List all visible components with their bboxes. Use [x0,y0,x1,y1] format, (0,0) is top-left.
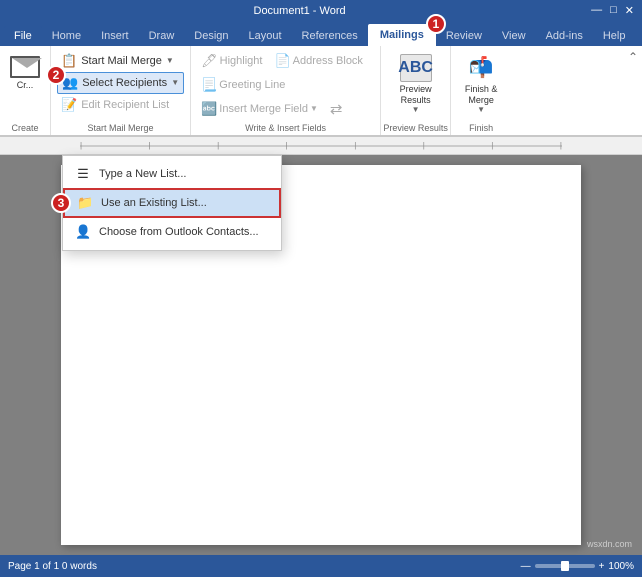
finish-icon: 📬 [466,54,496,82]
ruler: |||||||| [0,137,642,155]
group-label-finish: Finish [469,123,493,133]
tab-file[interactable]: File [4,26,42,46]
zoom-level: 100% [608,561,634,572]
preview-icon: ABC [400,54,432,82]
finish-merge-btn[interactable]: 📬 Finish &Merge ▼ [461,50,502,117]
dropdown-arrow-finish: ▼ [477,105,485,114]
tab-help[interactable]: Help [593,26,636,46]
start-mail-merge-btn[interactable]: 📋 Start Mail Merge ▼ [57,50,184,72]
group-label-preview: Preview Results [383,123,448,133]
finish-merge-label: Finish &Merge [465,84,498,106]
document-area: ☰ Type a New List... 📁 Use an Existing L… [0,155,642,555]
start-mail-merge-label: Start Mail Merge [81,55,162,67]
tab-home[interactable]: Home [42,26,91,46]
highlight-icon: 🖊 [201,53,218,69]
address-icon: 📄 [274,53,290,69]
ribbon-group-start: 📋 Start Mail Merge ▼ 👥 Select Recipients… [51,46,191,135]
create-btn[interactable]: Cr... [6,50,44,92]
ribbon-tabs: File Home Insert Draw Design Layout Refe… [0,22,642,46]
greeting-line-label: Greeting Line [219,79,285,91]
match-fields-btn[interactable]: ⇄ [326,98,347,120]
title-text: Document1 - Word [8,5,591,17]
zoom-in-icon[interactable]: + [599,561,605,572]
maximize-icon[interactable]: □ [610,4,617,17]
tab-view[interactable]: View [492,26,536,46]
tab-addins[interactable]: Add-ins [536,26,593,46]
create-label: Cr... [17,80,34,90]
preview-results-btn[interactable]: ABC PreviewResults ▼ [396,50,436,117]
tab-design[interactable]: Design [184,26,238,46]
window-controls[interactable]: — □ ✕ [591,4,634,17]
dropdown-menu: ☰ Type a New List... 📁 Use an Existing L… [62,155,282,251]
close-icon[interactable]: ✕ [625,4,634,17]
zoom-slider[interactable] [535,564,595,568]
watermark: wsxdn.com [587,539,632,549]
tab-layout[interactable]: Layout [239,26,292,46]
greeting-line-btn[interactable]: 📃 Greeting Line [197,74,289,96]
tab-mailings[interactable]: Mailings 1 [368,24,436,46]
group-label-write: Write & Insert Fields [191,123,380,133]
address-block-btn[interactable]: 📄 Address Block [270,50,367,72]
preview-results-label: PreviewResults [400,84,432,106]
match-icon: ⇄ [330,101,343,118]
ribbon-group-create: Cr... Create [0,46,51,135]
dropdown-arrow-merge: ▼ [310,104,318,113]
ribbon-group-write: 🖊 Highlight 📄 Address Block 📃 Greeting L… [191,46,381,135]
existing-list-label: Use an Existing List... [101,197,207,209]
title-bar: Document1 - Word — □ ✕ [0,0,642,22]
edit-icon: 📝 [61,97,77,113]
edit-recipients-label: Edit Recipient List [81,99,169,111]
ribbon-group-finish: 📬 Finish &Merge ▼ Finish [451,46,511,135]
ribbon-collapse-btn[interactable]: ⌃ [628,50,638,64]
greeting-icon: 📃 [201,77,217,93]
outlook-icon: 👤 [75,224,91,240]
merge-icon: 📋 [61,53,77,69]
group-label-create: Create [11,123,38,133]
dropdown-arrow-recipients: ▼ [171,78,179,87]
tab-insert[interactable]: Insert [91,26,139,46]
ribbon: Cr... Create 📋 Start Mail Merge ▼ 👥 Sele… [0,46,642,137]
dropdown-arrow-preview: ▼ [412,105,420,114]
new-list-icon: ☰ [75,166,91,182]
merge-field-icon: 🔤 [201,101,217,117]
highlight-label: Highlight [220,55,263,67]
ribbon-group-preview: ABC PreviewResults ▼ Preview Results [381,46,451,135]
tab-references[interactable]: References [292,26,368,46]
step-1-circle: 1 [426,14,446,34]
dropdown-arrow-start: ▼ [166,56,174,65]
address-block-label: Address Block [293,55,363,67]
existing-list-icon: 📁 [77,195,93,211]
insert-merge-field-btn[interactable]: 🔤 Insert Merge Field ▼ [197,98,322,120]
new-list-label: Type a New List... [99,168,186,180]
insert-merge-field-label: Insert Merge Field [219,103,308,115]
tab-draw[interactable]: Draw [139,26,185,46]
dropdown-item-new-list[interactable]: ☰ Type a New List... [63,160,281,188]
select-recipients-btn[interactable]: 👥 Select Recipients ▼ 2 [57,72,184,94]
status-text: Page 1 of 1 0 words [8,561,97,572]
highlight-btn[interactable]: 🖊 Highlight [197,50,266,72]
edit-recipients-btn[interactable]: 📝 Edit Recipient List [57,94,184,116]
zoom-controls[interactable]: — + 100% [521,561,634,572]
zoom-out-icon[interactable]: — [521,561,531,572]
select-recipients-label: Select Recipients [82,77,167,89]
step-2-circle: 2 [46,65,66,85]
dropdown-item-outlook[interactable]: 👤 Choose from Outlook Contacts... [63,218,281,246]
minimize-icon[interactable]: — [591,4,602,17]
step-3-circle: 3 [51,193,71,213]
status-bar: Page 1 of 1 0 words — + 100% [0,555,642,577]
dropdown-item-existing-list[interactable]: 📁 Use an Existing List... 3 [63,188,281,218]
envelope-icon [10,56,40,78]
group-label-start: Start Mail Merge [51,123,190,133]
outlook-contacts-label: Choose from Outlook Contacts... [99,226,259,238]
